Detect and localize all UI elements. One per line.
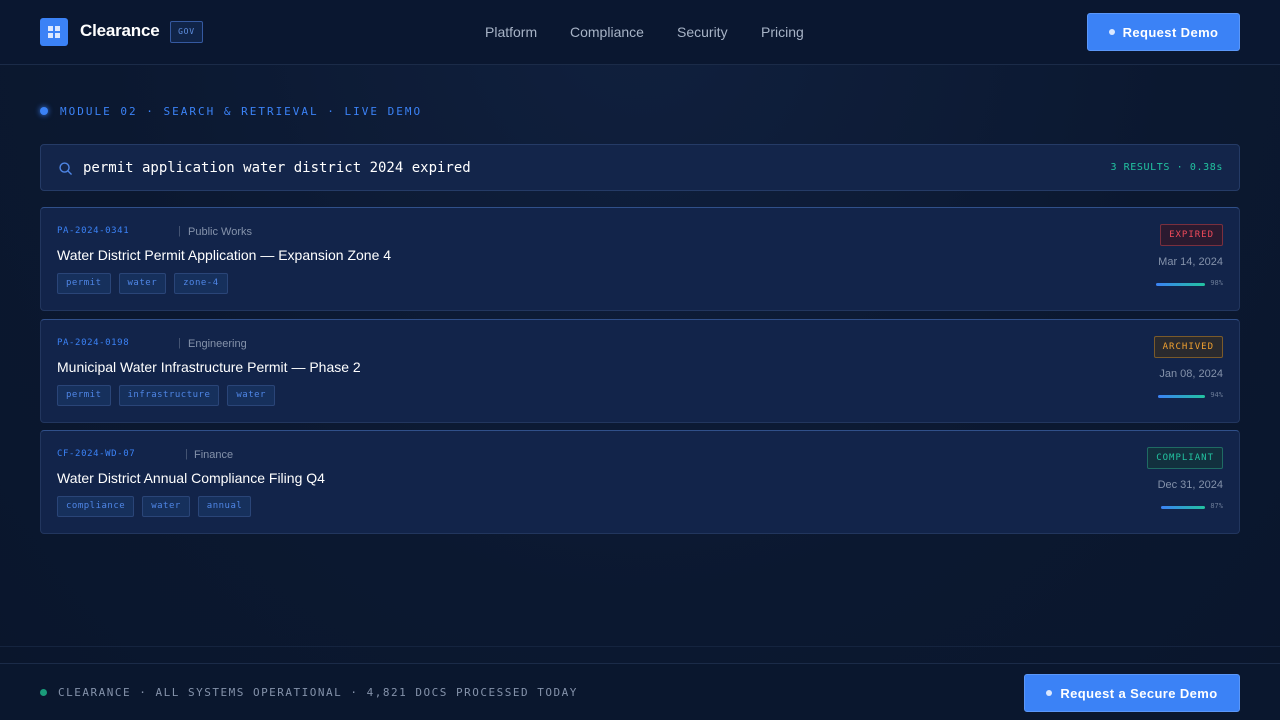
status-badge: ARCHIVED [1153,336,1223,358]
system-status: CLEARANCE · ALL SYSTEMS OPERATIONAL · 4,… [58,686,578,699]
result-card[interactable]: PA-2024-0198 | Engineering Municipal Wat… [40,319,1240,423]
request-secure-demo-label: Request a Secure Demo [1060,685,1218,701]
brand-name[interactable]: Clearance [80,21,160,41]
document-id: PA-2024-0198 [57,338,130,348]
status-badge: COMPLIANT [1147,447,1223,469]
document-date: Dec 31, 2024 [1157,479,1223,491]
live-dot-icon [40,107,48,115]
divider: | [178,225,181,237]
document-id: CF-2024-WD-07 [57,449,136,459]
confidence-value: 98% [1210,279,1223,287]
tag[interactable]: infrastructure [118,385,220,406]
status-badge: EXPIRED [1160,224,1223,246]
top-header: Clearance GOV Platform Compliance Securi… [0,0,1280,65]
tag[interactable]: water [118,273,167,294]
confidence-value: 94% [1210,391,1223,399]
request-secure-demo-button[interactable]: Request a Secure Demo [1024,674,1240,712]
tag[interactable]: water [142,496,190,517]
confidence-bar [1161,506,1205,509]
document-date: Jan 08, 2024 [1159,368,1223,380]
divider: | [178,337,181,349]
tag[interactable]: permit [57,385,111,406]
status-dot-icon [40,689,47,696]
dot-icon [1046,690,1053,696]
dot-icon [1108,29,1115,35]
gov-badge: GOV [170,21,203,43]
result-title[interactable]: Municipal Water Infrastructure Permit — … [57,359,361,375]
result-card[interactable]: PA-2024-0341 | Public Works Water Distri… [40,207,1240,311]
search-bar: 3 RESULTS · 0.38s [40,144,1240,191]
result-title[interactable]: Water District Permit Application — Expa… [57,247,391,263]
tag[interactable]: annual [197,496,252,517]
search-icon [59,162,72,175]
confidence-bar [1156,283,1205,286]
request-demo-button[interactable]: Request Demo [1087,13,1240,51]
tag[interactable]: permit [57,273,111,294]
divider: | [185,448,188,460]
department-label: Public Works [188,226,252,238]
document-id: PA-2024-0341 [57,226,130,236]
request-demo-label: Request Demo [1122,24,1219,40]
footer-bar: CLEARANCE · ALL SYSTEMS OPERATIONAL · 4,… [0,663,1280,720]
document-date: Mar 14, 2024 [1158,256,1223,268]
confidence-value: 87% [1210,502,1223,510]
results-count: 3 RESULTS · 0.38s [1110,162,1223,173]
nav-security[interactable]: Security [677,24,728,40]
tag-list: compliance water annual [57,496,252,517]
logo-icon[interactable] [40,18,68,46]
search-input[interactable] [83,156,843,180]
department-label: Finance [194,449,234,461]
tag[interactable]: compliance [57,496,135,517]
tag[interactable]: zone-4 [174,273,228,294]
divider [0,646,1280,647]
result-card[interactable]: CF-2024-WD-07 | Finance Water District A… [40,430,1240,534]
nav-pricing[interactable]: Pricing [761,24,804,40]
nav-platform[interactable]: Platform [485,24,537,40]
tag-list: permit infrastructure water [57,385,275,406]
module-label: MODULE 02 · SEARCH & RETRIEVAL · LIVE DE… [60,105,423,118]
nav-compliance[interactable]: Compliance [570,24,644,40]
confidence-bar [1158,395,1205,398]
tag[interactable]: water [227,385,275,406]
tag-list: permit water zone-4 [57,273,228,294]
department-label: Engineering [188,338,247,350]
result-title[interactable]: Water District Annual Compliance Filing … [57,470,325,486]
